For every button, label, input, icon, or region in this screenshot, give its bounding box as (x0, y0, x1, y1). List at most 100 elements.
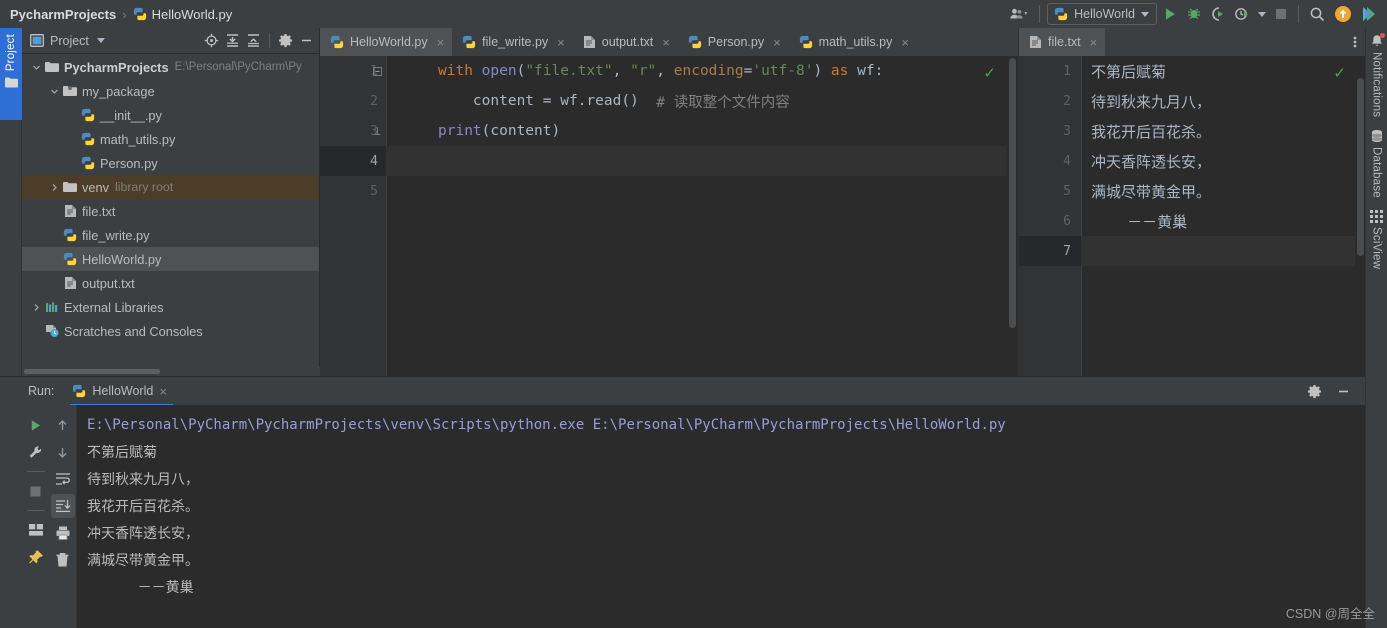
token-string-filename: "file.txt" (525, 63, 613, 79)
tree-item-venv[interactable]: venv library root (22, 175, 319, 199)
update-icon[interactable] (1331, 3, 1355, 25)
tree-item-output-txt[interactable]: output.txt (22, 271, 319, 295)
tab-file-write-py[interactable]: file_write.py × (452, 28, 573, 56)
gear-icon[interactable] (278, 33, 293, 48)
folder-icon (4, 77, 18, 88)
tree-item-helloworld-py[interactable]: HelloWorld.py (22, 247, 319, 271)
right-tab-sciview[interactable]: SciView (1370, 210, 1383, 269)
tree-item-person-py[interactable]: Person.py (22, 151, 319, 175)
tab-helloworld-py[interactable]: HelloWorld.py × (320, 28, 453, 56)
profile-dropdown-icon[interactable] (1255, 3, 1269, 25)
tree-item-math-utils-py[interactable]: math_utils.py (22, 127, 319, 151)
search-icon[interactable] (1306, 3, 1329, 25)
run-icon[interactable] (24, 413, 48, 437)
right-editor-gutter[interactable]: 1 2 3 4 5 6 7 (1019, 56, 1081, 376)
close-icon[interactable]: × (159, 384, 167, 399)
pin-icon[interactable] (24, 545, 48, 569)
collapse-all-icon[interactable] (246, 33, 261, 48)
right-inspection-status-icon[interactable]: ✓ (1333, 64, 1346, 82)
trash-icon[interactable] (51, 548, 75, 572)
tab-person-py[interactable]: Person.py × (678, 28, 789, 56)
wrench-icon[interactable] (24, 440, 48, 464)
breadcrumb-file-label: HelloWorld.py (151, 6, 233, 22)
run-configuration-selector[interactable]: HelloWorld (1047, 3, 1157, 25)
breadcrumb-root[interactable]: PycharmProjects (10, 7, 116, 22)
close-icon[interactable]: × (901, 35, 909, 50)
minimize-icon[interactable] (299, 33, 314, 48)
sidebar-item-project[interactable]: Project (0, 28, 22, 120)
tab-math-utils-py[interactable]: math_utils.py × (789, 28, 917, 56)
run-panel-header-tools (1307, 384, 1365, 399)
tree-item-scratches-and-consoles[interactable]: Scratches and Consoles (22, 319, 319, 343)
scroll-to-end-icon[interactable] (50, 494, 75, 518)
close-icon[interactable]: × (437, 35, 445, 50)
close-icon[interactable]: × (773, 35, 781, 50)
tab-label: Person.py (707, 35, 765, 49)
tree-item-pycharmprojects[interactable]: PycharmProjects E:\Personal\PyCharm\Py (22, 55, 319, 79)
chevron-down-icon[interactable] (1141, 11, 1149, 17)
run-icon[interactable] (1159, 3, 1181, 25)
scrollbar-thumb[interactable] (1357, 78, 1364, 256)
chevron-right-icon[interactable] (30, 303, 43, 312)
fold-end-icon[interactable] (373, 126, 382, 136)
tree-item--init-py[interactable]: __init__.py (22, 103, 319, 127)
chevron-down-icon[interactable] (96, 38, 105, 43)
chevron-right-icon[interactable] (48, 183, 61, 192)
python-file-icon (462, 35, 476, 49)
right-code-lines[interactable]: 不第后赋菊 待到秋来九月八， 我花开后百花杀。 冲天香阵透长安， 满城尽带黄金甲。 －－… (1081, 56, 1355, 376)
fold-collapse-icon[interactable] (372, 66, 382, 76)
python-file-icon (799, 35, 813, 49)
project-tree[interactable]: PycharmProjects E:\Personal\PyCharm\Py my_… (22, 55, 319, 366)
fold-column[interactable] (368, 56, 386, 376)
inspection-status-icon[interactable]: ✓ (983, 64, 996, 82)
user-group-icon[interactable] (1006, 3, 1032, 25)
token-keyword-as: as (822, 63, 858, 79)
code-lines[interactable]: with open("file.txt", "r", encoding ='utf… (386, 56, 1006, 376)
scrollbar-thumb[interactable] (24, 369, 160, 374)
locate-icon[interactable] (204, 33, 219, 48)
project-horizontal-scrollbar[interactable] (22, 367, 320, 376)
right-code-editor[interactable]: 1 2 3 4 5 6 7 不第后赋菊 待到秋来九月八， 我花开后百花杀。 冲天香阵透长安， 满城尽… (1019, 56, 1366, 376)
gear-icon[interactable] (1307, 384, 1322, 399)
right-tab-label: Database (1370, 147, 1383, 199)
debug-icon[interactable] (1183, 3, 1205, 25)
chevron-down-icon[interactable] (30, 63, 43, 72)
print-icon[interactable] (51, 521, 75, 545)
expand-all-icon[interactable] (225, 33, 240, 48)
breadcrumb-file[interactable]: HelloWorld.py (133, 6, 233, 22)
coverage-icon[interactable] (1207, 3, 1229, 25)
editor-vertical-scrollbar[interactable] (1007, 56, 1018, 376)
close-icon[interactable]: × (662, 35, 670, 50)
close-icon[interactable]: × (1090, 35, 1098, 50)
right-tab-notifications[interactable]: Notifications (1370, 33, 1385, 117)
tree-item-my-package[interactable]: my_package (22, 79, 319, 103)
right-tab-database[interactable]: Database (1370, 129, 1384, 198)
sciview-icon (1370, 210, 1383, 224)
right-line-number-4: 4 (1063, 153, 1071, 169)
tab-file-txt[interactable]: file.txt × (1019, 28, 1106, 56)
code-line-1: with open("file.txt", "r", encoding ='utf… (386, 56, 1006, 86)
tree-item-file-txt[interactable]: file.txt (22, 199, 319, 223)
layout-icon[interactable] (24, 518, 48, 542)
stop-icon[interactable] (1271, 3, 1291, 25)
minimize-icon[interactable] (1336, 384, 1351, 399)
run-console-output[interactable]: E:\Personal\PyCharm\PycharmProjects\venv… (76, 405, 1365, 628)
right-tab-options-icon[interactable] (1345, 28, 1365, 56)
chevron-down-icon[interactable] (48, 87, 61, 96)
tree-item-external-libraries[interactable]: External Libraries (22, 295, 319, 319)
tab-label: HelloWorld.py (350, 35, 428, 49)
run-side-toolbar (22, 405, 76, 628)
profile-icon[interactable] (1231, 3, 1253, 25)
scrollbar-thumb[interactable] (1009, 58, 1016, 328)
run-tab-helloworld[interactable]: HelloWorld × (70, 377, 173, 406)
close-icon[interactable]: × (557, 35, 565, 50)
arrow-up-icon[interactable] (51, 413, 75, 437)
right-code-line-3: 我花开后百花杀。 (1091, 122, 1212, 141)
datalore-icon[interactable] (1357, 3, 1381, 25)
tree-item-file-write-py[interactable]: file_write.py (22, 223, 319, 247)
arrow-down-icon[interactable] (51, 440, 75, 464)
tab-output-txt[interactable]: output.txt × (573, 28, 678, 56)
soft-wrap-icon[interactable] (51, 467, 75, 491)
code-editor[interactable]: 12345 with open("file.txt", "r", encodin… (320, 56, 1018, 376)
stop-icon[interactable] (24, 479, 48, 503)
